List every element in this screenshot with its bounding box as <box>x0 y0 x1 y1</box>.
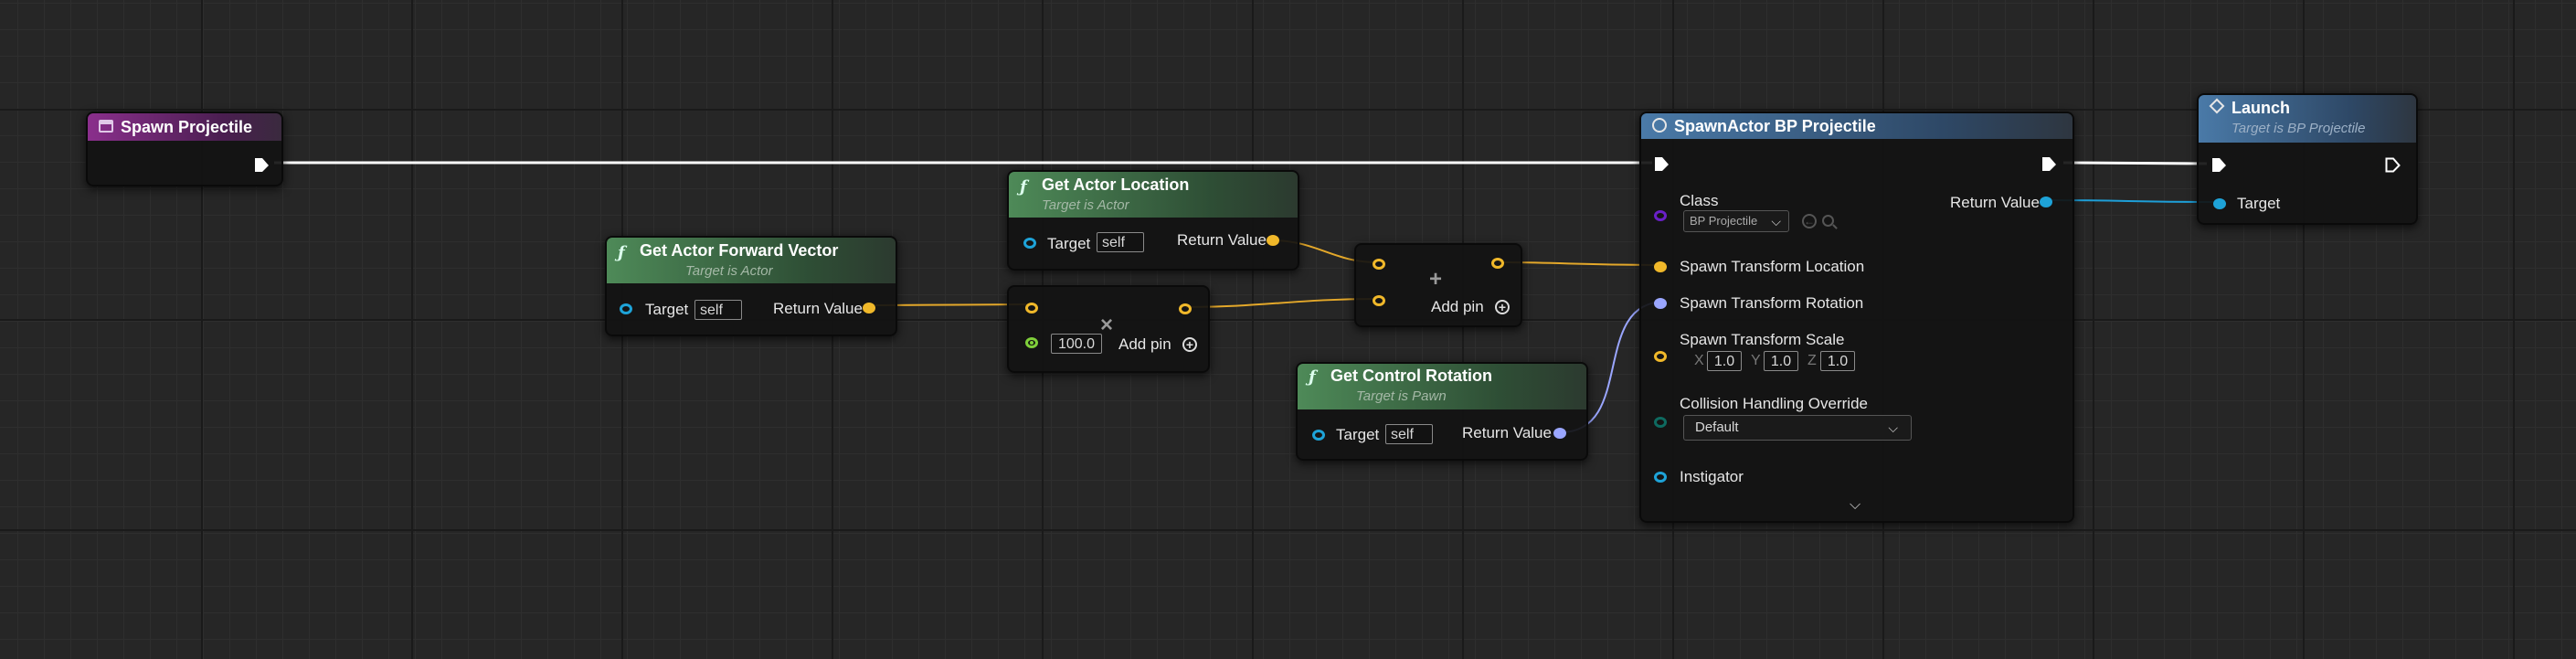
use-selected-icon[interactable]: ← <box>1802 214 1817 229</box>
function-icon: ƒ <box>1020 177 1027 197</box>
instigator-pin[interactable] <box>1654 472 1667 483</box>
return-value-label: Return Value <box>1177 231 1267 249</box>
target-label: Target <box>2237 195 2281 212</box>
target-pin[interactable] <box>1023 238 1036 249</box>
node-title: Spawn Projectile <box>121 118 253 136</box>
node-subtitle: Target is Actor <box>685 263 773 279</box>
vector-input-a-pin[interactable] <box>1373 259 1385 270</box>
collision-label: Collision Handling Override <box>1680 395 1868 412</box>
class-value: BP Projectile <box>1690 214 1758 228</box>
get-actor-forward-vector-node[interactable]: ƒ Get Actor Forward Vector Target is Act… <box>605 236 897 336</box>
return-value-label: Return Value <box>773 300 863 317</box>
float-input-pin[interactable] <box>1025 337 1038 348</box>
add-icon: + <box>1429 267 1443 292</box>
target-label: Target <box>1336 426 1380 443</box>
multiply-node[interactable]: × 100.0 Add pin + <box>1007 285 1210 373</box>
return-value-pin[interactable] <box>2040 197 2052 207</box>
collision-pin[interactable] <box>1654 417 1667 428</box>
node-title: Get Actor Forward Vector <box>640 241 839 260</box>
float-value-field[interactable]: 100.0 <box>1051 334 1102 354</box>
class-label: Class <box>1680 192 1719 209</box>
scale-y-label: Y <box>1751 353 1761 368</box>
search-icon[interactable] <box>1822 215 1834 227</box>
scale-x-field[interactable]: 1.0 <box>1707 351 1742 371</box>
target-pin[interactable] <box>1312 430 1325 441</box>
launch-node[interactable]: Launch Target is BP Projectile Target <box>2197 93 2418 225</box>
collision-value: Default <box>1695 420 1739 435</box>
spawn-location-pin[interactable] <box>1654 261 1667 272</box>
spawn-rotation-label: Spawn Transform Rotation <box>1680 294 1864 312</box>
target-self-field[interactable]: self <box>1385 424 1433 444</box>
spawn-projectile-node[interactable]: Spawn Projectile <box>86 112 283 186</box>
scale-x-label: X <box>1694 353 1704 368</box>
node-title: SpawnActor BP Projectile <box>1674 117 1876 135</box>
vector-output-pin[interactable] <box>1491 258 1504 269</box>
target-pin[interactable] <box>620 303 632 314</box>
return-value-label: Return Value <box>1462 424 1552 441</box>
vector-output-pin[interactable] <box>1179 303 1192 314</box>
target-pin[interactable] <box>2213 198 2226 209</box>
vector-input-b-pin[interactable] <box>1373 295 1385 306</box>
return-value-pin[interactable] <box>863 303 875 314</box>
target-label: Target <box>1047 235 1091 252</box>
return-value-pin[interactable] <box>1267 235 1279 246</box>
spawn-actor-icon <box>1652 118 1667 133</box>
node-subtitle: Target is Actor <box>1042 197 1129 213</box>
add-node[interactable]: + Add pin + <box>1354 243 1522 327</box>
function-icon: ƒ <box>618 243 625 262</box>
spawn-rotation-pin[interactable] <box>1654 298 1667 309</box>
chevron-down-icon: ⌵ <box>1888 420 1898 435</box>
node-title: Get Control Rotation <box>1330 367 1492 385</box>
class-pin[interactable] <box>1654 210 1667 221</box>
node-subtitle: Target is BP Projectile <box>2231 121 2366 136</box>
expand-chevron-icon[interactable]: ⌵ <box>1850 497 1860 514</box>
return-value-pin[interactable] <box>1553 428 1566 439</box>
add-pin-label: Add pin <box>1431 298 1484 315</box>
get-control-rotation-node[interactable]: ƒ Get Control Rotation Target is Pawn Ta… <box>1296 362 1588 461</box>
vector-input-pin[interactable] <box>1025 303 1038 314</box>
get-actor-location-node[interactable]: ƒ Get Actor Location Target is Actor Tar… <box>1007 170 1299 271</box>
spawn-scale-label: Spawn Transform Scale <box>1680 331 1845 348</box>
node-title: Get Actor Location <box>1042 175 1190 194</box>
target-self-field[interactable]: self <box>694 300 742 320</box>
spawn-scale-pin[interactable] <box>1654 351 1667 362</box>
wire-layer <box>274 161 2220 433</box>
add-pin-label: Add pin <box>1118 335 1171 353</box>
target-self-field[interactable]: self <box>1097 232 1144 252</box>
add-pin-button[interactable]: + <box>1182 337 1197 352</box>
scale-z-label: Z <box>1807 353 1817 368</box>
vector-wire-multiply-to-add <box>1185 298 1377 308</box>
multiply-icon: × <box>1100 313 1114 337</box>
add-pin-button[interactable]: + <box>1495 300 1510 314</box>
spawn-actor-node[interactable]: SpawnActor BP Projectile Class BP Projec… <box>1639 112 2074 523</box>
exec-wire-spawnactor-to-launch <box>2062 161 2208 165</box>
instigator-label: Instigator <box>1680 468 1744 485</box>
node-title: Launch <box>2231 99 2291 117</box>
scale-y-field[interactable]: 1.0 <box>1764 351 1798 371</box>
spawn-location-label: Spawn Transform Location <box>1680 258 1865 275</box>
collision-select[interactable]: Default ⌵ <box>1683 415 1912 441</box>
node-subtitle: Target is Pawn <box>1356 388 1447 404</box>
class-select[interactable]: BP Projectile ⌵ <box>1683 210 1789 232</box>
return-value-label: Return Value <box>1950 194 2040 211</box>
scale-z-field[interactable]: 1.0 <box>1820 351 1855 371</box>
target-label: Target <box>645 301 689 318</box>
function-icon: ƒ <box>1309 367 1316 387</box>
event-icon <box>99 120 113 133</box>
chevron-down-icon: ⌵ <box>1771 214 1781 229</box>
